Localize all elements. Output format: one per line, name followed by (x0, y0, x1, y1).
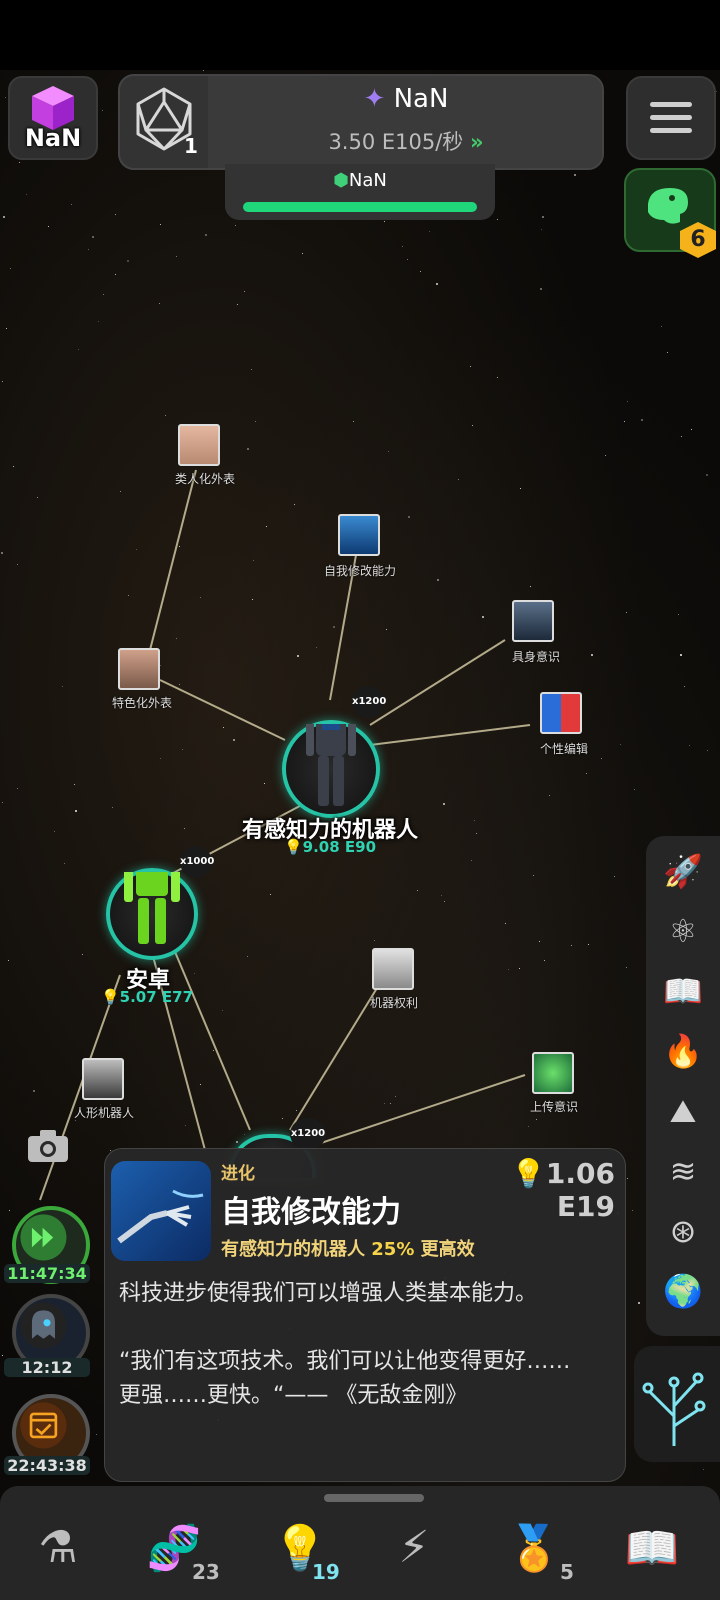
sub-resource: ⬢NaN (225, 170, 495, 191)
camera-icon[interactable] (26, 1128, 70, 1164)
lightbulb-icon: 💡 (283, 838, 303, 856)
node-value-text: 5.07 E77 (119, 988, 194, 1006)
hamburger-line (650, 102, 692, 107)
main-resource-value: NaN (393, 84, 449, 114)
nav-count: 23 (192, 1560, 220, 1584)
drawer-handle[interactable] (324, 1494, 424, 1502)
effect-percent: 25% (371, 1239, 415, 1260)
node-featured-appearance[interactable] (118, 648, 160, 690)
timer-label: 11:47:34 (4, 1264, 90, 1283)
lightbulb-icon: 💡 (100, 988, 120, 1006)
node-sentient-robot[interactable] (282, 698, 380, 818)
node-upload-consciousness[interactable] (532, 1052, 574, 1094)
node-label: 具身意识 (511, 650, 560, 664)
node-label: 上传意识 (529, 1100, 578, 1114)
sub-resource-panel[interactable]: ⬢NaN (225, 164, 495, 220)
sub-resource-progress (243, 202, 477, 212)
node-label: 机器权利 (369, 996, 418, 1010)
book-icon[interactable]: 📖 (646, 972, 720, 1010)
waves-icon[interactable]: ≋ (646, 1152, 720, 1190)
tech-description: 科技进步使得我们可以增强人类基本能力。 “我们有这项技术。我们可以让他变得更好…… (119, 1281, 571, 1408)
node-android[interactable] (106, 846, 198, 960)
rocket-resource-icon: ✦ (363, 84, 386, 114)
resource-rate-text: 3.50 E105/秒 (328, 130, 464, 154)
node-personality-editing[interactable] (540, 692, 582, 734)
menu-button[interactable] (626, 76, 716, 160)
multiplier-badge: x1200 (290, 1118, 326, 1150)
tech-detail-popup[interactable]: 进化 💡1.06 E19 自我修改能力 有感知力的机器人 25% 更高效 科技进… (104, 1148, 626, 1482)
atom-icon[interactable]: ⚛ (646, 912, 720, 950)
cell-icon[interactable]: ⊛ (646, 1212, 720, 1250)
tech-cost: 💡1.06 E19 (455, 1157, 615, 1223)
resource-rate: 3.50 E105/秒 » (210, 126, 602, 156)
ghost-icon (20, 1302, 67, 1349)
node-humanoid-robot[interactable] (82, 1058, 124, 1100)
d20-count: 1 (184, 134, 198, 158)
flask-icon[interactable]: ⚗ (18, 1522, 98, 1573)
fire-icon[interactable]: 🔥 (646, 1032, 720, 1070)
multiplier-badge: x1200 (352, 686, 386, 718)
robot-figure-icon (306, 698, 356, 806)
main-resource: ✦ NaN (210, 84, 602, 114)
rocket-icon[interactable]: 🚀 (646, 852, 720, 890)
resource-panel[interactable]: 1 ✦ NaN 3.50 E105/秒 » (118, 74, 604, 170)
tech-cost-value: 1.06 E19 (545, 1157, 615, 1223)
node-label: 特色化外表 (111, 696, 172, 710)
bottom-navigation: ⚗ 🧬 23 💡 19 ⚡ 🏅 5 📖 (0, 1486, 720, 1600)
cube-value: NaN (24, 124, 82, 152)
tree-branch-icon (642, 1372, 706, 1446)
nav-count: 5 (560, 1560, 574, 1584)
fast-forward-icon (20, 1214, 67, 1261)
multiplier-badge: x1000 (180, 846, 214, 878)
timer-label: 12:12 (4, 1358, 90, 1377)
tech-effect: 有感知力的机器人 25% 更高效 (221, 1235, 475, 1261)
node-embodied-consciousness[interactable] (512, 600, 554, 642)
category-sidebar: 🚀 ⚛ 📖 🔥 ⛰ ≋ ⊛ 🌍 (646, 836, 720, 1336)
open-book-icon[interactable]: 📖 (612, 1522, 692, 1574)
timer-label: 22:43:38 (4, 1456, 90, 1475)
robotic-hand-icon (117, 1189, 204, 1244)
hamburger-line (650, 115, 692, 120)
mountain-icon[interactable]: ⛰ (646, 1092, 720, 1131)
node-label: 个性编辑 (539, 742, 588, 756)
tech-category: 进化 (221, 1164, 255, 1184)
node-value: 💡5.07 E77 (92, 988, 202, 1006)
node-label: 人形机器人 (73, 1106, 134, 1120)
lightning-icon[interactable]: ⚡ (374, 1522, 454, 1573)
lightbulb-icon: 💡 (511, 1157, 546, 1190)
effect-target: 有感知力的机器人 (221, 1239, 365, 1260)
tech-image (111, 1161, 211, 1261)
hamburger-line (650, 128, 692, 133)
nav-count: 19 (312, 1560, 340, 1584)
cube-resource-button[interactable]: NaN (8, 76, 98, 160)
node-self-modification[interactable] (338, 514, 380, 556)
calendar-icon (20, 1402, 67, 1449)
tech-tree-button[interactable] (634, 1346, 720, 1462)
sub-resource-value: NaN (348, 170, 387, 191)
node-humanlike-appearance[interactable] (178, 424, 220, 466)
fast-forward-icon: » (469, 130, 484, 154)
effect-suffix: 更高效 (420, 1239, 475, 1260)
green-robot-icon (124, 846, 180, 944)
globe-icon[interactable]: 🌍 (646, 1272, 720, 1310)
node-label: 类人化外表 (174, 472, 235, 486)
tech-title: 自我修改能力 (221, 1195, 401, 1230)
node-label: 自我修改能力 (323, 564, 396, 578)
gem-icon: ⬢ (333, 170, 349, 191)
node-value: 💡9.08 E90 (270, 838, 390, 856)
node-value-text: 9.08 E90 (302, 838, 377, 856)
node-robot-rights[interactable] (372, 948, 414, 990)
